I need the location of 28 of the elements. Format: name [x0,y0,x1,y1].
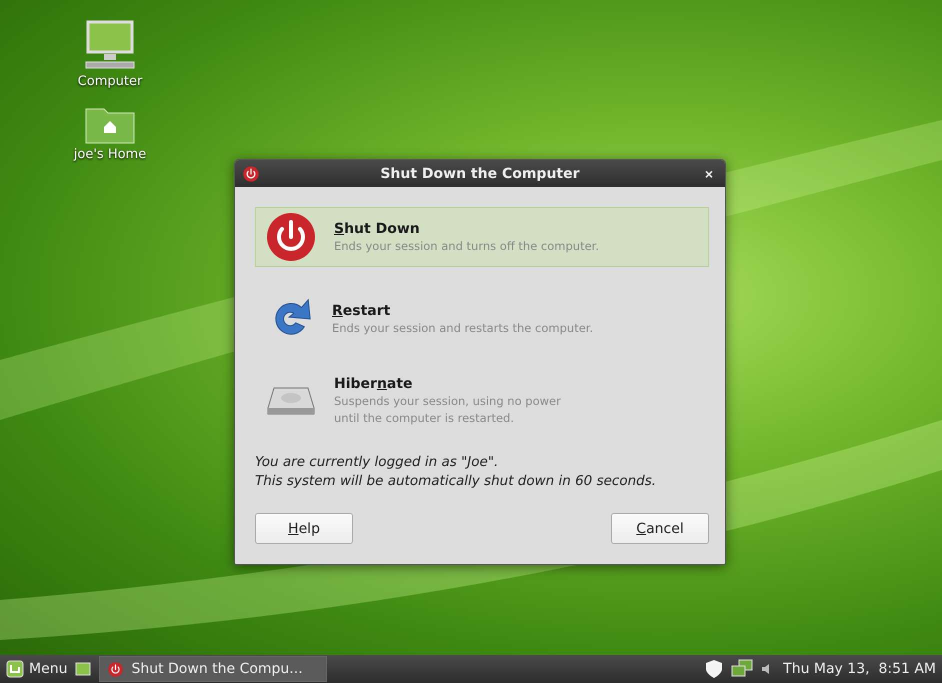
option-description: Ends your session and turns off the computer. [334,238,599,254]
shield-icon[interactable] [705,659,724,679]
window-title: Shut Down the Computer [379,166,580,182]
power-icon [266,212,316,262]
power-option[interactable]: Hibernate Suspends your session, using no power until the computer is restarted. [255,371,709,431]
option-description: Ends your session and restarts the computer. [332,320,594,336]
desktop-icon-label[interactable]: joe's Home [74,147,146,162]
dialog-button[interactable]: Help [255,513,353,544]
show-desktop-icon[interactable] [75,662,92,676]
power-option[interactable]: Restart Ends your session and restarts the computer. [255,289,709,349]
menu-button[interactable]: Menu [6,660,68,678]
taskbar-window-button[interactable]: Shut Down the Compu... [99,656,328,682]
logo-icon [6,660,24,678]
status-message: You are currently logged in as "Joe". This system will be automatically shut down in 60 seconds. [255,453,658,491]
dialog-button[interactable]: Cancel [611,513,709,544]
hard-drive-icon [266,386,316,416]
clock[interactable]: Thu May 13, 8:51 AM [783,661,936,677]
network-icon[interactable] [731,659,754,679]
close-button[interactable]: × [700,166,717,182]
option-description: Suspends your session, using no power [334,394,561,409]
power-option[interactable]: Shut Down Ends your session and turns off the computer. [255,207,709,267]
option-label: Restart [332,302,392,318]
power-icon [243,166,259,182]
power-icon [108,662,124,676]
option-label: Hibernate [334,376,414,392]
desktop-icon-label[interactable]: Computer [78,74,142,89]
option-label: Shut Down [334,220,421,236]
option-description: until the computer is restarted. [334,411,515,426]
